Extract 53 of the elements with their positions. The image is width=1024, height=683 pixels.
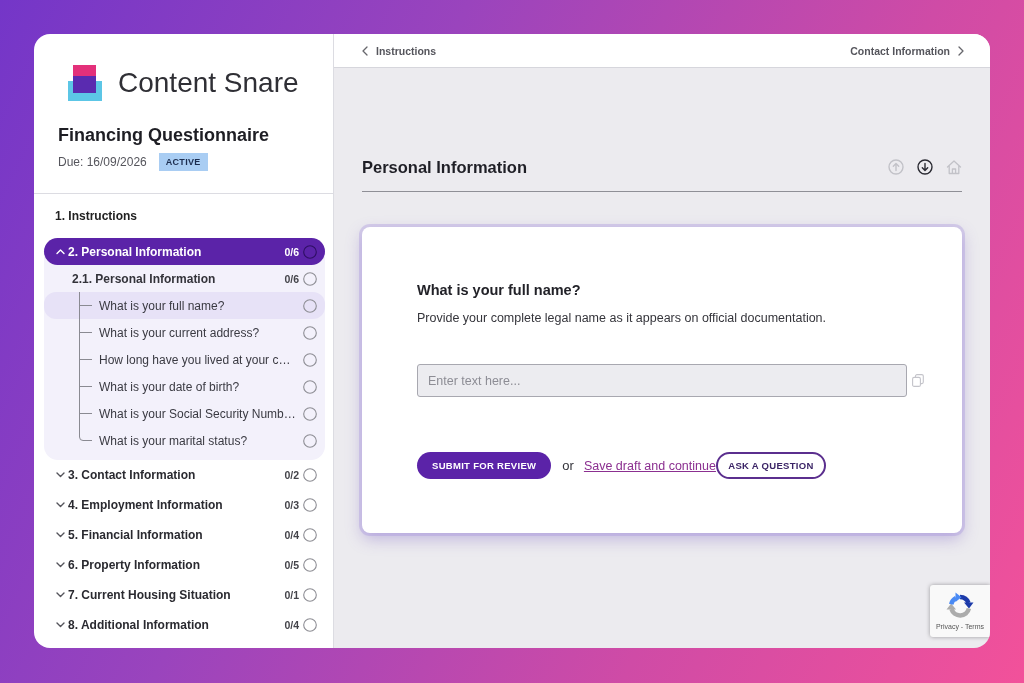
chevron-up-icon[interactable] xyxy=(56,248,65,255)
page-title: Personal Information xyxy=(362,157,528,177)
chevron-left-icon xyxy=(362,45,368,56)
chevron-down-icon[interactable] xyxy=(56,562,65,568)
chevron-right-icon xyxy=(958,45,964,56)
chevron-down-icon[interactable] xyxy=(56,472,65,478)
answer-field[interactable]: Enter text here... xyxy=(417,364,907,397)
submit-button[interactable]: SUBMIT FOR REVIEW xyxy=(417,452,552,479)
progress-count: 0/1 xyxy=(284,589,299,601)
section-item[interactable]: 7. Current Housing Situation 0/1 xyxy=(44,580,325,610)
chevron-down-icon[interactable] xyxy=(56,502,65,508)
nav-item[interactable]: 1. Instructions xyxy=(44,199,325,233)
subsection-item[interactable]: 2.1. Personal Information 0/6 xyxy=(44,265,325,292)
tree-branch-icon xyxy=(79,346,92,373)
or-text: or xyxy=(562,458,574,473)
previous-link[interactable]: Instructions xyxy=(362,44,437,57)
question-item[interactable]: What is your Social Security Numb… xyxy=(44,400,325,427)
logo-icon xyxy=(68,65,102,101)
question-item[interactable]: How long have you lived at your c… xyxy=(44,346,325,373)
progress-count: 0/5 xyxy=(284,559,299,571)
circular-arrows-icon[interactable] xyxy=(946,591,974,620)
save-draft-link[interactable]: Save draft and continue xyxy=(583,458,716,473)
question-item[interactable]: What is your full name? xyxy=(44,292,325,319)
ask-question-button[interactable]: ASK A QUESTION xyxy=(715,452,826,479)
arrow-down-circle-icon[interactable] xyxy=(917,159,933,175)
section-item[interactable]: 2. Personal Information 0/6 xyxy=(44,238,325,265)
chevron-down-icon[interactable] xyxy=(56,592,65,598)
section-item[interactable]: 6. Property Information 0/5 xyxy=(44,550,325,580)
section-item[interactable]: 8. Additional Information 0/4 xyxy=(44,610,325,640)
logo-text: Content Snare xyxy=(118,67,299,99)
question-item[interactable]: What is your date of birth? xyxy=(44,373,325,400)
progress-count: 0/2 xyxy=(284,469,299,481)
progress-count: 0/4 xyxy=(284,619,299,631)
section-item[interactable]: 5. Financial Information 0/4 xyxy=(44,520,325,550)
chevron-down-icon[interactable] xyxy=(56,532,65,538)
chevron-down-icon[interactable] xyxy=(56,622,65,628)
due-date: Due: 16/09/2026 xyxy=(58,155,147,169)
tree-branch-icon xyxy=(79,292,92,319)
status-badge: ACTIVE xyxy=(158,153,208,171)
progress-count: 0/4 xyxy=(284,529,299,541)
progress-count: 0/6 xyxy=(284,272,299,285)
tree-branch-icon xyxy=(79,373,92,400)
questionnaire-title: Financing Questionnaire xyxy=(58,125,270,145)
section-item[interactable]: 3. Contact Information 0/2 xyxy=(44,460,325,490)
section-item[interactable]: 4. Employment Information 0/3 xyxy=(44,490,325,520)
progress-count: 0/3 xyxy=(284,499,299,511)
next-link[interactable]: Contact Information xyxy=(850,44,964,57)
question-item[interactable]: What is your current address? xyxy=(44,319,325,346)
question-description: Provide your complete legal name as it appears on official documentation. xyxy=(417,310,827,327)
progress-count: 0/6 xyxy=(284,245,299,258)
question-item[interactable]: What is your marital status? xyxy=(44,427,325,454)
question-title: What is your full name? xyxy=(417,281,581,299)
tree-branch-icon xyxy=(79,319,92,346)
